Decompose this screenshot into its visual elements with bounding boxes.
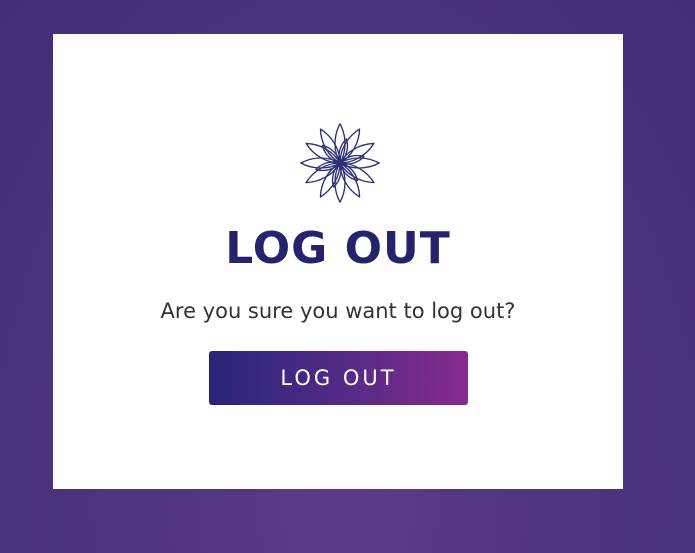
- lotus-flower-icon: [300, 123, 380, 203]
- dialog-title: LOG OUT: [225, 223, 451, 274]
- confirmation-message: Are you sure you want to log out?: [160, 299, 516, 323]
- logout-dialog: LOG OUT Are you sure you want to log out…: [53, 34, 623, 489]
- logout-button[interactable]: LOG OUT: [209, 351, 468, 405]
